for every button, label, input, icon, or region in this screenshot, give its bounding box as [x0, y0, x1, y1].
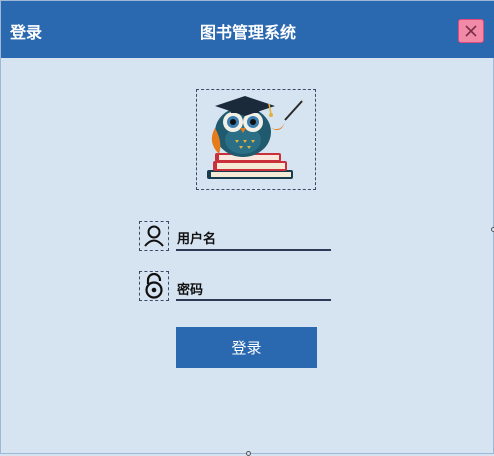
lock-icon [145, 273, 163, 299]
password-underline [176, 299, 331, 301]
app-title: 图书管理系统 [199, 23, 296, 42]
username-input[interactable] [223, 232, 329, 248]
password-input[interactable] [211, 283, 329, 299]
lock-icon-box [139, 271, 169, 301]
login-window: 登录 图书管理系统 用户名 密码 登录 [0, 0, 494, 456]
close-button[interactable] [458, 19, 484, 43]
title-bar: 登录 图书管理系统 [1, 1, 494, 58]
close-icon [465, 25, 477, 37]
username-underline [176, 249, 331, 251]
user-icon [144, 225, 164, 247]
logo-frame [196, 89, 316, 190]
username-label: 用户名 [177, 232, 217, 247]
user-icon-box [139, 221, 169, 251]
owl-graduate-logo [207, 96, 305, 179]
login-button[interactable]: 登录 [176, 327, 317, 368]
window-title: 登录 [10, 23, 43, 42]
password-label: 密码 [177, 283, 204, 298]
